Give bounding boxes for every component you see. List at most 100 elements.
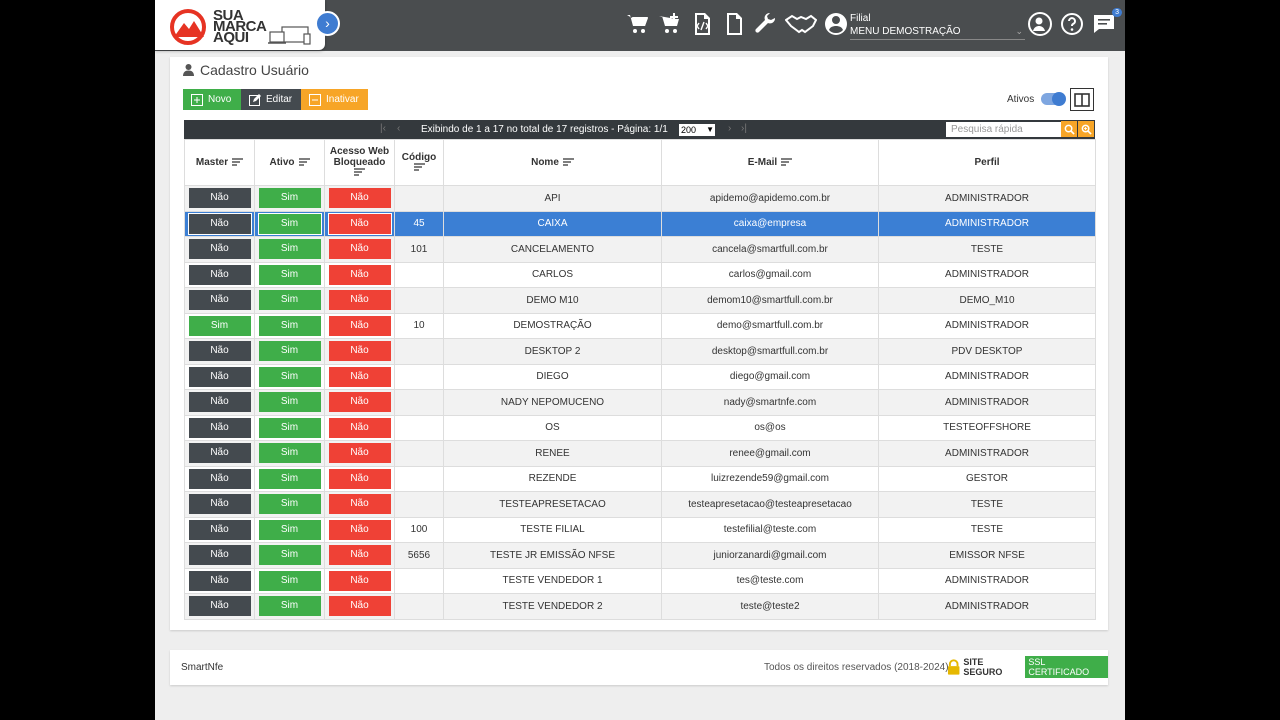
table-row[interactable]: Não Sim Não TESTE VENDEDOR 2 teste@teste2 ADM… xyxy=(184,593,1096,620)
ativo-badge[interactable]: Sim xyxy=(258,570,321,591)
user-circle-icon[interactable] xyxy=(823,11,849,37)
table-row[interactable]: Não Sim Não RENEE renee@gmail.com ADMINISTRAD… xyxy=(184,440,1096,467)
master-badge[interactable]: Não xyxy=(188,188,251,209)
col-nome[interactable]: Nome xyxy=(443,139,662,186)
table-row[interactable]: Não Sim Não TESTE VENDEDOR 1 tes@teste.com AD… xyxy=(184,567,1096,594)
ativo-badge[interactable]: Sim xyxy=(258,315,321,336)
master-badge[interactable]: Não xyxy=(188,264,251,285)
bloqueado-badge[interactable]: Não xyxy=(328,341,391,362)
file-icon[interactable] xyxy=(721,11,747,37)
ativo-badge[interactable]: Sim xyxy=(258,290,321,311)
bloqueado-badge[interactable]: Não xyxy=(328,468,391,489)
bloqueado-badge[interactable]: Não xyxy=(328,596,391,617)
master-badge[interactable]: Sim xyxy=(188,315,251,336)
page-size-select[interactable]: 200 ▼ xyxy=(679,124,715,136)
bloqueado-badge[interactable]: Não xyxy=(328,366,391,387)
col-perfil[interactable]: Perfil xyxy=(878,139,1096,186)
master-badge[interactable]: Não xyxy=(188,239,251,260)
master-badge[interactable]: Não xyxy=(188,341,251,362)
table-row[interactable]: Não Sim Não 45 CAIXA caixa@empresa ADMINISTRAD… xyxy=(184,210,1096,237)
table-row[interactable]: Não Sim Não API apidemo@apidemo.com.br ADMINI… xyxy=(184,185,1096,212)
table-row[interactable]: Não Sim Não DIEGO diego@gmail.com ADMINISTRAD… xyxy=(184,363,1096,390)
ativo-badge[interactable]: Sim xyxy=(258,366,321,387)
ativo-badge[interactable]: Sim xyxy=(258,494,321,515)
table-row[interactable]: Não Sim Não 5656 TESTE JR EMISSÃO NFSE junior… xyxy=(184,542,1096,569)
search-button[interactable] xyxy=(1061,121,1077,137)
master-badge[interactable]: Não xyxy=(188,468,251,489)
ativo-badge[interactable]: Sim xyxy=(258,188,321,209)
master-badge[interactable]: Não xyxy=(188,417,251,438)
ativo-badge[interactable]: Sim xyxy=(258,443,321,464)
master-badge[interactable]: Não xyxy=(188,290,251,311)
ativo-badge[interactable]: Sim xyxy=(258,392,321,413)
bloqueado-badge[interactable]: Não xyxy=(328,392,391,413)
table-row[interactable]: Não Sim Não 101 CANCELAMENTO cancela@smartful… xyxy=(184,236,1096,263)
columns-button[interactable] xyxy=(1070,88,1094,111)
bloqueado-badge[interactable]: Não xyxy=(328,188,391,209)
inativar-button[interactable]: Inativar xyxy=(301,89,368,110)
prev-page-icon[interactable]: ‹ xyxy=(397,123,400,134)
ativo-badge[interactable]: Sim xyxy=(258,239,321,260)
col-codigo[interactable]: Código xyxy=(394,139,444,186)
bloqueado-badge[interactable]: Não xyxy=(328,264,391,285)
quick-search-input[interactable]: Pesquisa rápida xyxy=(946,122,1061,137)
master-badge[interactable]: Não xyxy=(187,212,252,235)
master-badge[interactable]: Não xyxy=(188,366,251,387)
ativos-toggle[interactable] xyxy=(1041,92,1066,106)
handshake-icon[interactable] xyxy=(785,11,817,37)
brand-logo[interactable]: SUA MARCA AQUI xyxy=(155,0,325,50)
master-badge[interactable]: Não xyxy=(188,596,251,617)
bloqueado-badge[interactable]: Não xyxy=(328,494,391,515)
sidebar-toggle-button[interactable]: › xyxy=(315,11,340,36)
ativo-badge[interactable]: Sim xyxy=(257,212,322,235)
table-row[interactable]: Não Sim Não TESTEAPRESETACAO testeapresetaca… xyxy=(184,491,1096,518)
next-page-icon[interactable]: › xyxy=(728,123,731,134)
wrench-icon[interactable] xyxy=(753,11,779,37)
table-row[interactable]: Sim Sim Não 10 DEMOSTRAÇÃO demo@smartfull.com… xyxy=(184,312,1096,339)
col-master[interactable]: Master xyxy=(184,139,255,186)
col-ativo[interactable]: Ativo xyxy=(254,139,325,186)
cart-icon[interactable] xyxy=(625,11,651,37)
table-row[interactable]: Não Sim Não CARLOS carlos@gmail.com ADMINISTR… xyxy=(184,261,1096,288)
table-row[interactable]: Não Sim Não DEMO M10 demom10@smartfull.com.b… xyxy=(184,287,1096,314)
master-badge[interactable]: Não xyxy=(188,443,251,464)
master-badge[interactable]: Não xyxy=(188,519,251,540)
bloqueado-badge[interactable]: Não xyxy=(328,443,391,464)
support-agent-icon[interactable] xyxy=(1028,12,1052,36)
ativo-badge[interactable]: Sim xyxy=(258,264,321,285)
ativo-badge[interactable]: Sim xyxy=(258,519,321,540)
master-badge[interactable]: Não xyxy=(188,494,251,515)
filial-select[interactable]: MENU DEMOSTRAÇÃO ⌄ xyxy=(850,26,1025,40)
ativo-badge[interactable]: Sim xyxy=(258,596,321,617)
editar-button[interactable]: Editar xyxy=(241,89,301,110)
bloqueado-badge[interactable]: Não xyxy=(328,290,391,311)
advanced-search-button[interactable] xyxy=(1078,121,1094,137)
bloqueado-badge[interactable]: Não xyxy=(328,239,391,260)
bloqueado-badge[interactable]: Não xyxy=(328,545,391,566)
novo-button[interactable]: Novo xyxy=(183,89,241,110)
col-acesso-bloqueado[interactable]: Acesso Web Bloqueado xyxy=(324,139,395,186)
bloqueado-badge[interactable]: Não xyxy=(327,212,392,235)
table-row[interactable]: Não Sim Não 100 TESTE FILIAL testefilial@test… xyxy=(184,516,1096,543)
master-badge[interactable]: Não xyxy=(188,570,251,591)
last-page-icon[interactable]: ›| xyxy=(741,123,747,134)
chat-icon[interactable]: 3 xyxy=(1092,8,1122,36)
ativo-badge[interactable]: Sim xyxy=(258,341,321,362)
ativo-badge[interactable]: Sim xyxy=(258,545,321,566)
ativo-badge[interactable]: Sim xyxy=(258,468,321,489)
bloqueado-badge[interactable]: Não xyxy=(328,570,391,591)
master-badge[interactable]: Não xyxy=(188,545,251,566)
table-row[interactable]: Não Sim Não DESKTOP 2 desktop@smartfull.com.… xyxy=(184,338,1096,365)
bloqueado-badge[interactable]: Não xyxy=(328,417,391,438)
bloqueado-badge[interactable]: Não xyxy=(328,315,391,336)
table-row[interactable]: Não Sim Não OS os@os TESTEOFFSHORE xyxy=(184,414,1096,441)
bloqueado-badge[interactable]: Não xyxy=(328,519,391,540)
ativo-badge[interactable]: Sim xyxy=(258,417,321,438)
help-icon[interactable] xyxy=(1060,12,1084,36)
code-file-icon[interactable] xyxy=(689,11,715,37)
cart-add-icon[interactable] xyxy=(657,11,683,37)
first-page-icon[interactable]: |‹ xyxy=(380,123,386,134)
table-row[interactable]: Não Sim Não REZENDE luizrezende59@gmail.com G… xyxy=(184,465,1096,492)
master-badge[interactable]: Não xyxy=(188,392,251,413)
col-email[interactable]: E-Mail xyxy=(661,139,879,186)
